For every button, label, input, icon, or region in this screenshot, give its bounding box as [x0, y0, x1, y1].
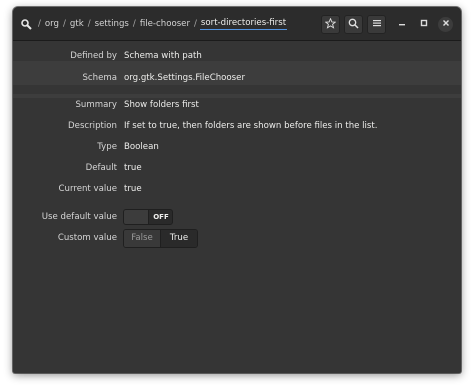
current-value-value: true	[124, 184, 142, 194]
close-icon	[442, 19, 450, 30]
path-separator: /	[38, 19, 41, 29]
path-segment-gtk[interactable]: gtk	[69, 19, 85, 29]
minimize-icon	[398, 19, 406, 30]
main-menu-button[interactable]	[367, 15, 386, 34]
path-separator: /	[194, 19, 197, 29]
summary-label: Summary	[75, 100, 117, 110]
use-default-row: Use default value OFF	[13, 207, 461, 228]
dconf-editor-window: / org / gtk / settings / file-chooser / …	[13, 7, 461, 373]
summary-row: Summary Show folders first	[13, 95, 461, 116]
current-value-label: Current value	[58, 184, 117, 194]
maximize-icon	[420, 19, 428, 30]
description-row: Description If set to true, then folders…	[13, 116, 461, 137]
minimize-button[interactable]	[394, 17, 409, 32]
description-label: Description	[68, 121, 117, 131]
close-button[interactable]	[438, 17, 453, 32]
type-value: Boolean	[124, 142, 159, 152]
true-option-button[interactable]: True	[161, 230, 197, 247]
schema-label: Schema	[82, 73, 117, 83]
search-button[interactable]	[344, 15, 363, 34]
defined-by-label: Defined by	[70, 51, 117, 61]
schema-value: org.gtk.Settings.FileChooser	[124, 73, 245, 83]
default-label: Default	[85, 163, 117, 173]
use-default-switch[interactable]: OFF	[123, 209, 173, 225]
switch-state-text: OFF	[153, 213, 169, 221]
path-separator: /	[87, 19, 91, 29]
defined-by-row: Defined by Schema with path	[13, 46, 461, 67]
path-segment-current-key[interactable]: sort-directories-first	[199, 18, 288, 30]
header-bar: / org / gtk / settings / file-chooser / …	[13, 7, 461, 41]
bookmark-star-icon	[324, 17, 337, 32]
default-row: Default true	[13, 158, 461, 179]
current-value-row: Current value true	[13, 179, 461, 200]
search-icon	[348, 18, 359, 32]
path-segment-settings[interactable]: settings	[94, 19, 130, 29]
use-default-label: Use default value	[41, 212, 117, 222]
default-value: true	[124, 163, 142, 173]
description-value: If set to true, then folders are shown b…	[124, 121, 378, 131]
custom-value-label: Custom value	[57, 233, 117, 243]
path-segment-file-chooser[interactable]: file-chooser	[139, 19, 191, 29]
path-segment-org[interactable]: org	[44, 19, 60, 29]
type-label: Type	[97, 142, 117, 152]
switch-knob[interactable]	[124, 210, 149, 224]
maximize-button[interactable]	[416, 17, 431, 32]
path-separator: /	[132, 19, 136, 29]
custom-value-row: Custom value False True	[13, 228, 461, 249]
path-bar: / org / gtk / settings / file-chooser / …	[20, 7, 288, 41]
defined-by-value: Schema with path	[124, 51, 202, 61]
type-row: Type Boolean	[13, 137, 461, 158]
summary-value: Show folders first	[124, 100, 199, 110]
false-option-button[interactable]: False	[124, 230, 161, 247]
hamburger-menu-icon	[372, 18, 382, 31]
dconf-logo-icon[interactable]	[20, 18, 32, 30]
schema-row: Schema org.gtk.Settings.FileChooser	[13, 68, 461, 89]
bookmark-button[interactable]	[321, 15, 340, 34]
custom-value-selector[interactable]: False True	[123, 229, 198, 248]
key-properties: Defined by Schema with path Schema org.g…	[13, 42, 461, 373]
path-separator: /	[63, 19, 66, 29]
